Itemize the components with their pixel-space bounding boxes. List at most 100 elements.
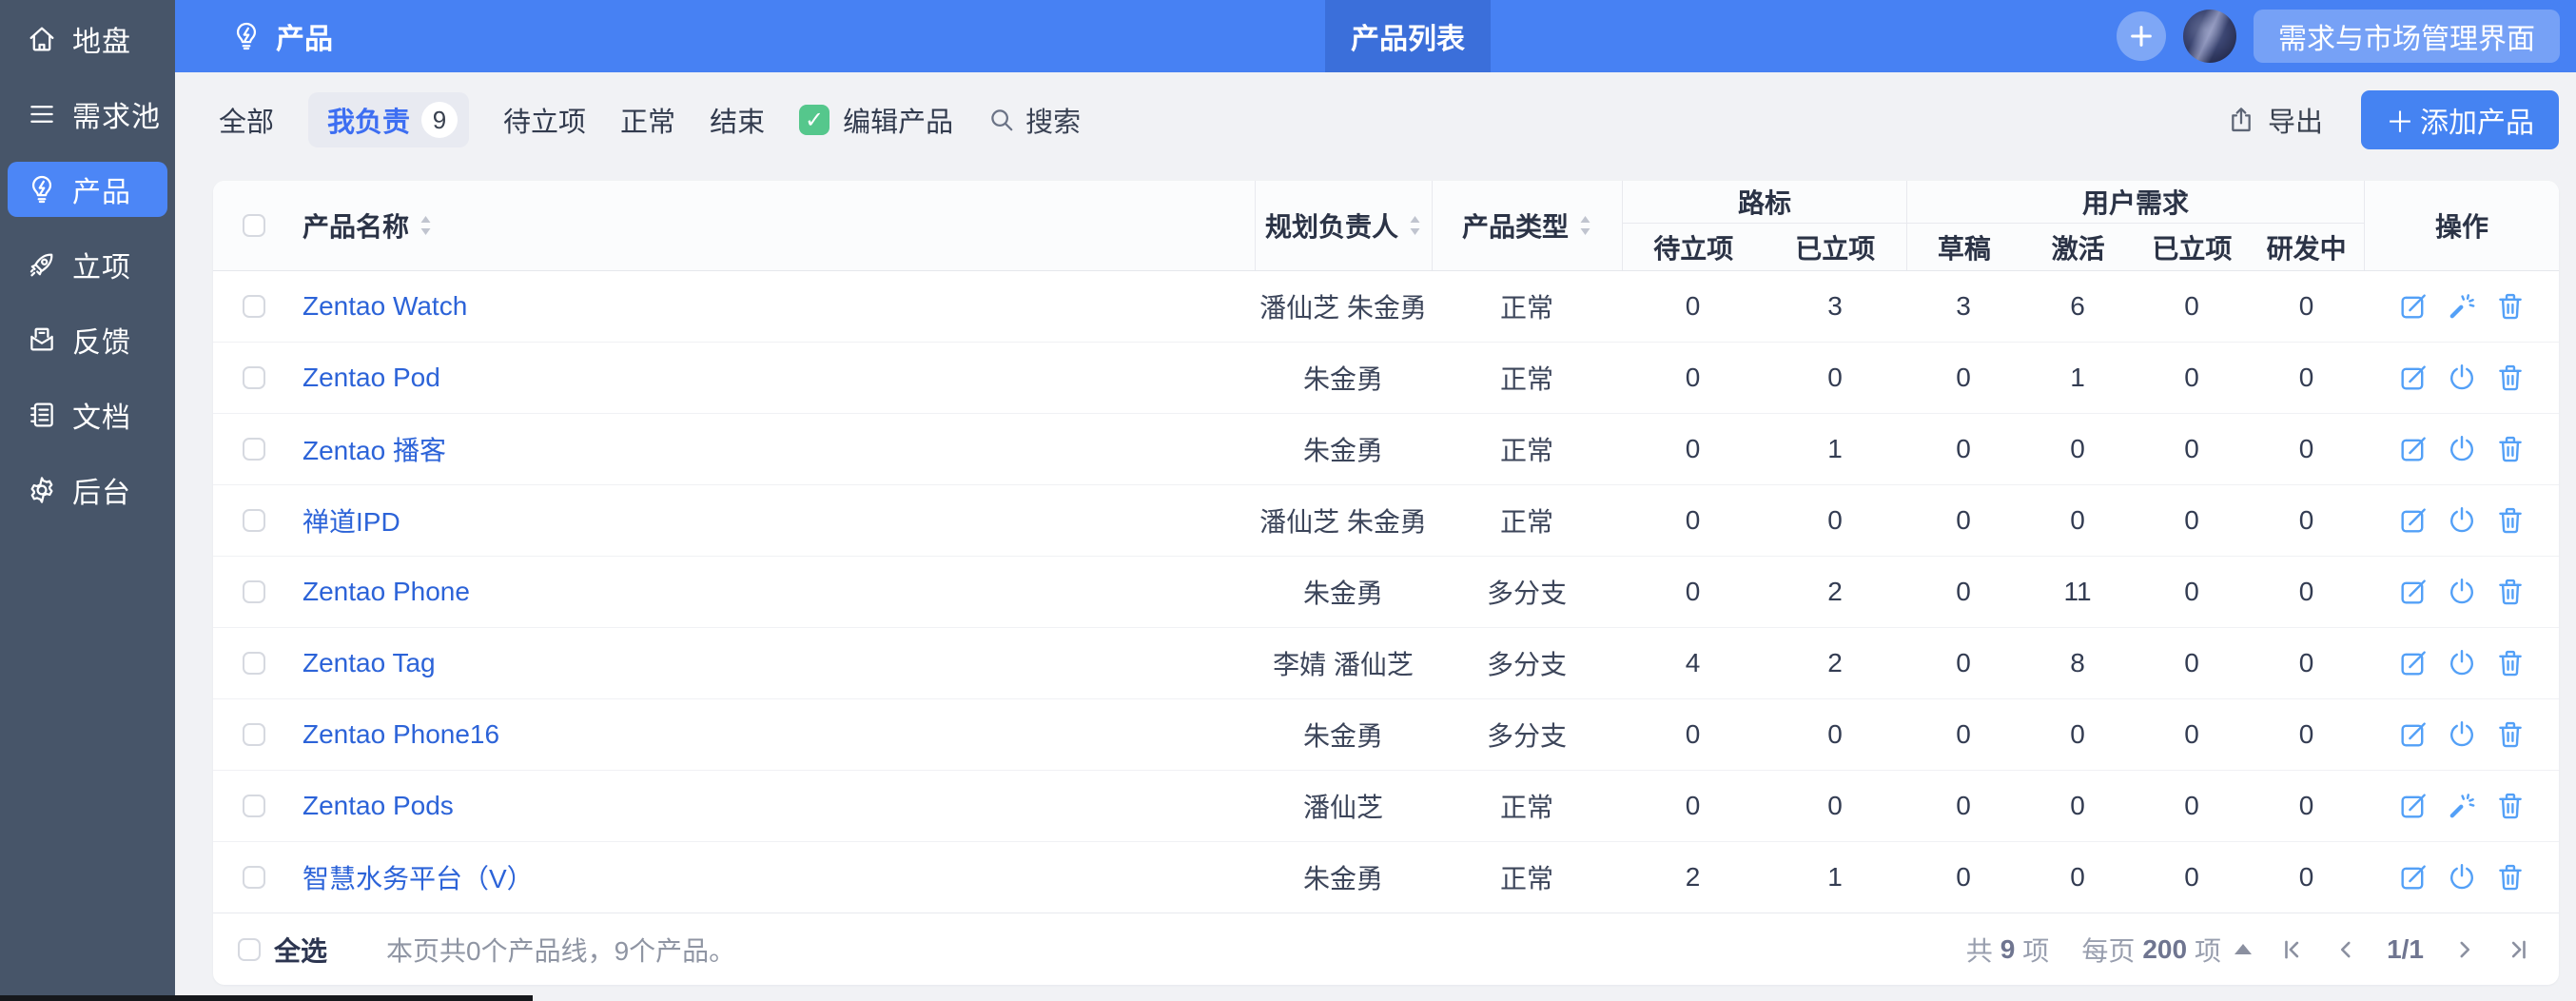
column-header-name[interactable]: 产品名称	[295, 181, 1255, 270]
tab-product-list[interactable]: 产品列表	[1325, 0, 1491, 72]
sidebar-item-backlog[interactable]: 需求池	[8, 87, 167, 142]
delete-button[interactable]	[2494, 362, 2527, 394]
roadmap-wait-cell: 0	[1685, 505, 1701, 535]
column-header-owner[interactable]: 规划负责人	[1255, 181, 1432, 270]
sidebar-item-admin[interactable]: 后台	[8, 462, 167, 518]
product-name-link[interactable]: Zentao Pod	[302, 363, 440, 393]
search-label: 搜索	[1025, 108, 1082, 138]
wand-button[interactable]	[2446, 290, 2478, 323]
row-checkbox[interactable]	[243, 366, 265, 389]
product-name-link[interactable]: Zentao Tag	[302, 648, 436, 678]
sort-arrows-icon[interactable]	[419, 214, 433, 237]
table-row: Zentao Pods 潘仙芝 正常 0 0 0 0 0 0	[213, 770, 2559, 841]
power-button[interactable]	[2446, 861, 2478, 893]
delete-button[interactable]	[2494, 647, 2527, 679]
delete-button[interactable]	[2494, 290, 2527, 323]
edit-button[interactable]	[2397, 861, 2430, 893]
story-approved-cell: 0	[2184, 363, 2199, 392]
power-button[interactable]	[2446, 718, 2478, 751]
next-page-button[interactable]	[2452, 937, 2477, 962]
product-name-link[interactable]: Zentao Phone16	[302, 719, 499, 750]
product-name-link[interactable]: Zentao Pods	[302, 791, 454, 821]
row-checkbox[interactable]	[243, 795, 265, 817]
last-page-button[interactable]	[2506, 937, 2530, 962]
story-developing-cell: 0	[2298, 577, 2314, 606]
roadmap-approved-cell: 3	[1827, 291, 1843, 321]
per-page-control[interactable]: 每页 200 项	[2081, 931, 2253, 969]
add-product-button[interactable]: ＋ 添加产品	[2361, 90, 2559, 149]
filter-normal[interactable]: 正常	[620, 100, 675, 140]
product-name-link[interactable]: 禅道IPD	[302, 501, 400, 540]
power-button[interactable]	[2446, 504, 2478, 537]
edit-button[interactable]	[2397, 504, 2430, 537]
edit-button[interactable]	[2397, 433, 2430, 465]
caret-up-icon[interactable]	[2234, 944, 2253, 954]
filter-closed[interactable]: 结束	[710, 100, 765, 140]
prev-page-button[interactable]	[2333, 937, 2358, 962]
select-all-checkbox[interactable]	[238, 937, 261, 961]
avatar[interactable]	[2183, 10, 2236, 63]
edit-button[interactable]	[2397, 362, 2430, 394]
product-name-link[interactable]: Zentao Phone	[302, 577, 470, 607]
edit-button[interactable]	[2397, 647, 2430, 679]
delete-button[interactable]	[2494, 504, 2527, 537]
sidebar-item-product[interactable]: 产品	[8, 162, 167, 217]
story-developing-cell: 0	[2298, 862, 2314, 892]
delete-button[interactable]	[2494, 718, 2527, 751]
roadmap-approved-cell: 0	[1827, 719, 1843, 749]
story-active-cell: 6	[2070, 291, 2085, 321]
sidebar-item-label: 立项	[72, 252, 131, 284]
table-row: 智慧水务平台（V） 朱金勇 正常 2 1 0 0 0 0	[213, 841, 2559, 913]
type-cell: 多分支	[1486, 579, 1567, 608]
story-approved-cell: 0	[2184, 791, 2199, 820]
story-developing-cell: 0	[2298, 791, 2314, 820]
row-checkbox[interactable]	[243, 438, 265, 461]
export-button[interactable]: 导出	[2226, 100, 2323, 140]
delete-button[interactable]	[2494, 790, 2527, 822]
wand-button[interactable]	[2446, 790, 2478, 822]
sidebar-item-project-init[interactable]: 立项	[8, 237, 167, 292]
trash-icon	[2498, 436, 2522, 462]
edit-button[interactable]	[2397, 790, 2430, 822]
filter-all[interactable]: 全部	[219, 100, 274, 140]
edit-icon	[2400, 794, 2426, 818]
edit-product-toggle[interactable]: ✓ 编辑产品	[799, 100, 953, 140]
sidebar-item-docs[interactable]: 文档	[8, 387, 167, 442]
row-checkbox[interactable]	[243, 723, 265, 746]
edit-button[interactable]	[2397, 576, 2430, 608]
product-name-link[interactable]: Zentao 播客	[302, 430, 446, 468]
sidebar-item-feedback[interactable]: 反馈	[8, 312, 167, 367]
column-header-type[interactable]: 产品类型	[1432, 181, 1622, 270]
bulb-icon	[25, 172, 59, 206]
select-all-checkbox[interactable]	[243, 214, 265, 237]
first-page-button[interactable]	[2280, 937, 2305, 962]
power-button[interactable]	[2446, 576, 2478, 608]
global-add-button[interactable]	[2117, 11, 2166, 61]
delete-button[interactable]	[2494, 576, 2527, 608]
power-button[interactable]	[2446, 362, 2478, 394]
row-checkbox[interactable]	[243, 652, 265, 675]
filter-wait-approval[interactable]: 待立项	[503, 100, 586, 140]
product-name-link[interactable]: 智慧水务平台（V）	[302, 858, 534, 896]
row-checkbox[interactable]	[243, 295, 265, 318]
rocket-icon	[25, 247, 59, 282]
delete-button[interactable]	[2494, 433, 2527, 465]
filter-mine[interactable]: 我负责 9	[308, 92, 470, 147]
sort-arrows-icon[interactable]	[1408, 214, 1422, 237]
delete-button[interactable]	[2494, 861, 2527, 893]
sort-arrows-icon[interactable]	[1578, 214, 1592, 237]
product-name-link[interactable]: Zentao Watch	[302, 291, 467, 322]
row-checkbox[interactable]	[243, 866, 265, 889]
roadmap-approved-cell: 0	[1827, 505, 1843, 535]
power-button[interactable]	[2446, 647, 2478, 679]
sidebar-item-home[interactable]: 地盘	[8, 11, 167, 67]
edit-button[interactable]	[2397, 290, 2430, 323]
search-control[interactable]: 搜索	[987, 100, 1081, 140]
row-checkbox[interactable]	[243, 509, 265, 532]
row-checkbox[interactable]	[243, 580, 265, 603]
edit-button[interactable]	[2397, 718, 2430, 751]
power-button[interactable]	[2446, 433, 2478, 465]
workspace-switch-button[interactable]: 需求与市场管理界面	[2254, 10, 2560, 63]
header-checkbox-cell	[213, 181, 295, 270]
sidebar-item-label: 文档	[72, 402, 131, 434]
